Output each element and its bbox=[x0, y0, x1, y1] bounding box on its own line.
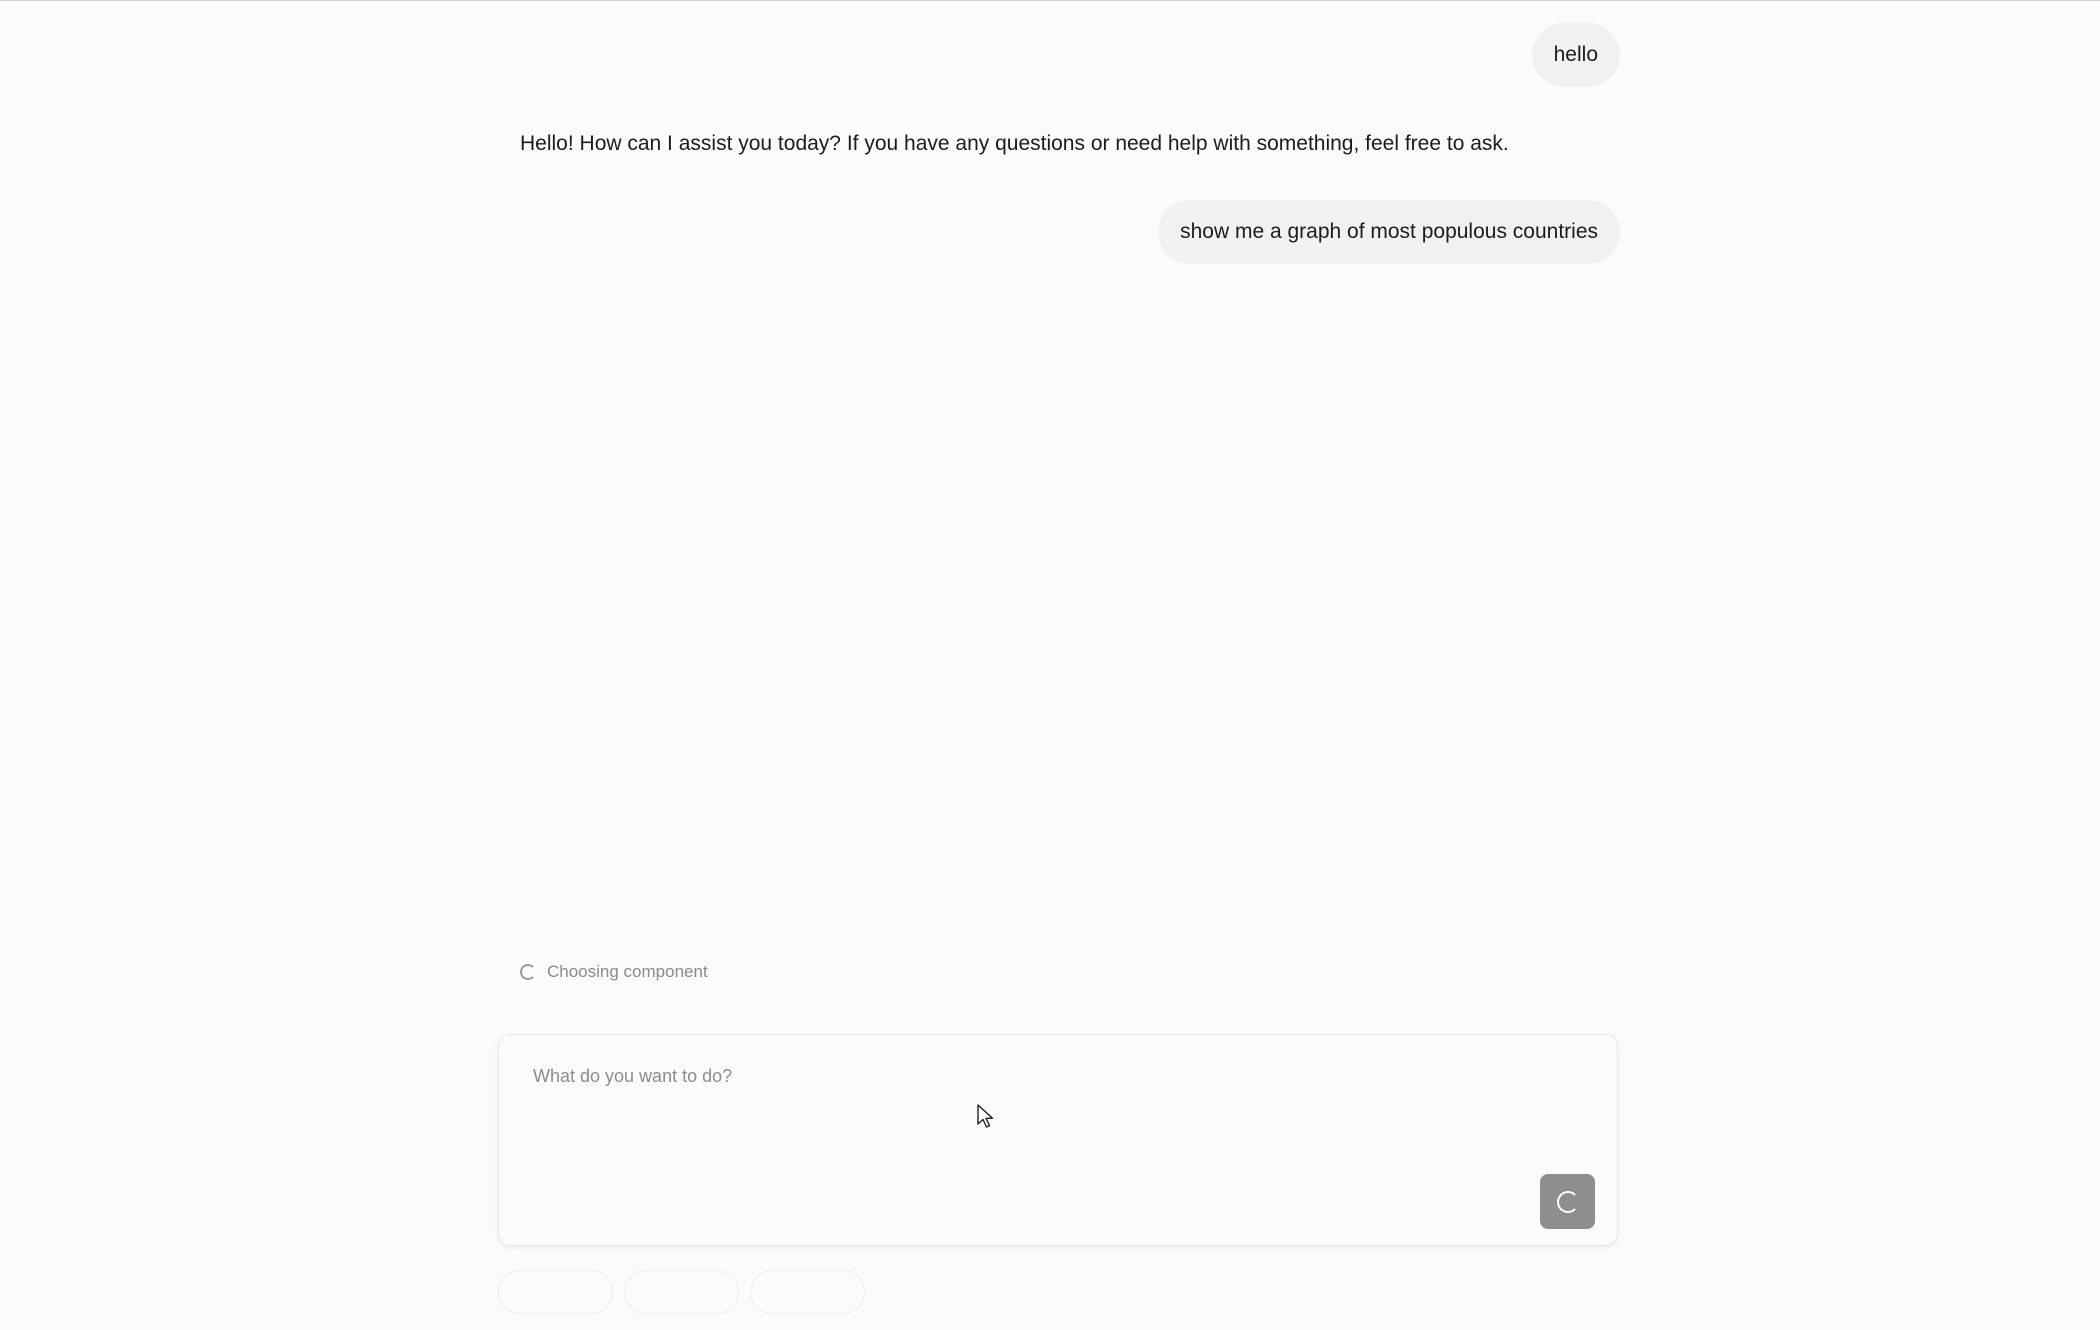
suggestion-pill[interactable] bbox=[498, 1270, 613, 1314]
loading-spinner-icon bbox=[520, 964, 536, 980]
loading-spinner-icon bbox=[1556, 1190, 1579, 1213]
generation-status: Choosing component bbox=[520, 962, 708, 982]
suggestion-pill[interactable] bbox=[624, 1270, 739, 1314]
user-message-text: hello bbox=[1553, 43, 1598, 66]
suggestion-row bbox=[498, 1270, 865, 1314]
assistant-message-text: Hello! How can I assist you today? If yo… bbox=[520, 132, 1509, 155]
message-composer bbox=[498, 1034, 1618, 1246]
user-message-text: show me a graph of most populous countri… bbox=[1180, 220, 1598, 243]
suggestion-pill[interactable] bbox=[750, 1270, 865, 1314]
status-text: Choosing component bbox=[547, 962, 708, 981]
user-message: show me a graph of most populous countri… bbox=[1158, 200, 1620, 264]
user-message: hello bbox=[1531, 23, 1620, 87]
prompt-input[interactable] bbox=[531, 1065, 1535, 1088]
assistant-message: Hello! How can I assist you today? If yo… bbox=[520, 131, 1509, 157]
send-button[interactable] bbox=[1540, 1174, 1595, 1229]
chat-thread: hello Hello! How can I assist you today?… bbox=[498, 0, 1620, 1330]
mouse-pointer-icon bbox=[977, 1104, 994, 1128]
